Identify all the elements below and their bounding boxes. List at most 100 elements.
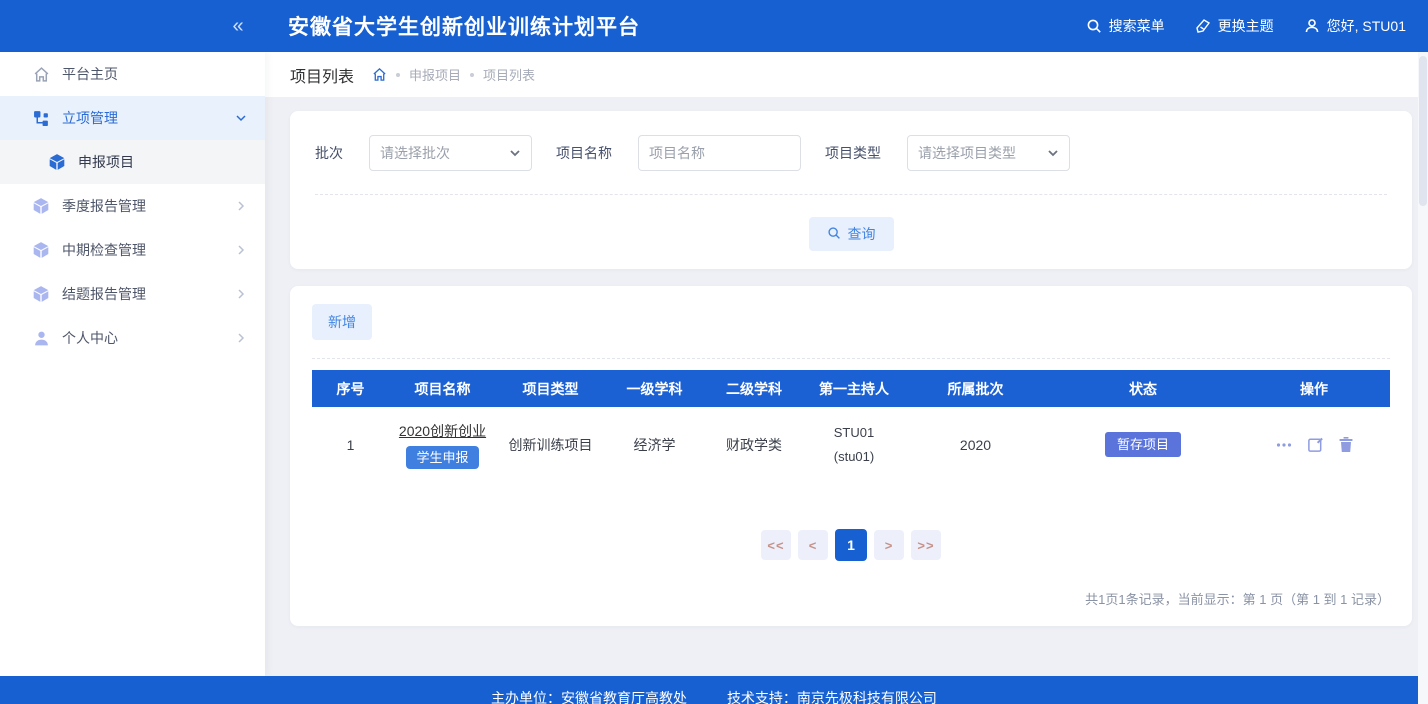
- column-header: 所属批次: [947, 380, 1004, 397]
- filter-divider: [315, 194, 1387, 195]
- column-header: 第一主持人: [819, 380, 889, 397]
- sidebar-item-declare-project[interactable]: 申报项目: [0, 140, 265, 184]
- filter-row: 批次 请选择批次 项目名称 项目类型 请选择项目类型: [315, 135, 1387, 171]
- more-actions-icon[interactable]: [1275, 436, 1293, 454]
- table-divider: [312, 358, 1390, 359]
- page-scrollbar[interactable]: [1418, 52, 1428, 704]
- breadcrumb: 项目列表 申报项目 项目列表: [265, 52, 1428, 98]
- column-header: 序号: [336, 380, 365, 397]
- query-button[interactable]: 查询: [808, 217, 894, 251]
- cube-icon: [48, 153, 66, 171]
- batch-select-placeholder: 请选择批次: [380, 145, 450, 161]
- main-area: 项目列表 申报项目 项目列表 批次 请选择批次 项目名称 项目类型: [265, 52, 1428, 676]
- pagination: << < 1 > >>: [312, 529, 1390, 561]
- batch-label: 批次: [315, 145, 343, 161]
- row-index: 1: [346, 436, 355, 453]
- column-header: 项目名称: [414, 380, 471, 397]
- pagination-next-button[interactable]: >: [874, 530, 904, 560]
- sitemap-icon: [32, 109, 50, 127]
- status-badge: 暂存项目: [1104, 432, 1181, 457]
- chevron-right-icon: [235, 332, 247, 344]
- breadcrumb-home-icon[interactable]: [372, 67, 387, 82]
- project-type-cell: 创新训练项目: [508, 436, 593, 453]
- chevron-right-icon: [235, 200, 247, 212]
- breadcrumb-separator: [470, 72, 475, 77]
- theme-icon: [1195, 18, 1211, 34]
- project-name-cell: 2020创新创业 学生申报: [389, 421, 496, 469]
- chevron-down-icon: [509, 147, 521, 159]
- leader-cell: STU01 (stu01): [804, 423, 904, 467]
- column-header: 一级学科: [626, 380, 683, 397]
- batch-cell: 2020: [959, 436, 992, 453]
- pagination-prev-button[interactable]: <: [798, 530, 828, 560]
- search-menu-label: 搜索菜单: [1108, 18, 1165, 34]
- project-name-input[interactable]: [638, 135, 801, 171]
- pagination-last-button[interactable]: >>: [911, 530, 941, 560]
- column-header: 状态: [1129, 380, 1157, 397]
- apply-type-badge: 学生申报: [406, 445, 479, 469]
- sidebar-item-label: 平台主页: [62, 66, 118, 82]
- page-title: 项目列表: [290, 68, 355, 86]
- discipline2-cell: 财政学类: [726, 436, 782, 453]
- column-header: 项目类型: [522, 380, 579, 397]
- top-header: « 安徽省大学生创新创业训练计划平台 搜索菜单 更换主题 您好, STU01: [0, 0, 1428, 52]
- footer-tech: 技术支持：南京先极科技有限公司: [726, 690, 937, 704]
- pagination-summary: 共1页1条记录，当前显示：第 1 页（第 1 到 1 记录）: [1085, 592, 1390, 607]
- delete-icon[interactable]: [1338, 436, 1354, 453]
- cube-icon: [32, 241, 50, 259]
- app-title: 安徽省大学生创新创业训练计划平台: [288, 16, 640, 39]
- pagination-first-button[interactable]: <<: [761, 530, 791, 560]
- chevron-down-icon: [1047, 147, 1059, 159]
- sidebar-item-label: 立项管理: [62, 110, 118, 126]
- user-menu[interactable]: 您好, STU01: [1304, 16, 1406, 36]
- sidebar-item-label: 结题报告管理: [62, 286, 146, 302]
- sidebar-item-label: 个人中心: [62, 330, 118, 346]
- pagination-page-1[interactable]: 1: [835, 529, 867, 561]
- sidebar: 平台主页 立项管理 申报项目 季度报告管理 中期检查管理 结题报告管理 个人中心: [0, 52, 265, 676]
- footer-org: 主办单位：安徽省教育厅高教处: [491, 690, 688, 704]
- breadcrumb-item: 项目列表: [483, 68, 536, 83]
- sidebar-item-label: 季度报告管理: [62, 198, 146, 214]
- actions-cell: [1239, 436, 1389, 454]
- project-type-select-placeholder: 请选择项目类型: [918, 145, 1016, 161]
- sidebar-item-project-management[interactable]: 立项管理: [0, 96, 265, 140]
- home-icon: [32, 65, 50, 83]
- header-actions: 搜索菜单 更换主题 您好, STU01: [1086, 0, 1406, 52]
- sidebar-item-label: 中期检查管理: [62, 242, 146, 258]
- page-footer: 主办单位：安徽省教育厅高教处 技术支持：南京先极科技有限公司: [0, 676, 1428, 704]
- content: 批次 请选择批次 项目名称 项目类型 请选择项目类型: [265, 98, 1428, 626]
- discipline1-cell: 经济学: [633, 436, 676, 453]
- sidebar-item-midterm-check[interactable]: 中期检查管理: [0, 228, 265, 272]
- sidebar-collapse-icon[interactable]: «: [218, 0, 258, 52]
- person-icon: [32, 329, 50, 347]
- search-menu-button[interactable]: 搜索菜单: [1086, 16, 1165, 36]
- breadcrumb-item: 申报项目: [409, 68, 462, 83]
- sidebar-item-home[interactable]: 平台主页: [0, 52, 265, 96]
- sidebar-item-quarterly-report[interactable]: 季度报告管理: [0, 184, 265, 228]
- change-theme-label: 更换主题: [1217, 18, 1274, 34]
- sidebar-item-personal-center[interactable]: 个人中心: [0, 316, 265, 360]
- sidebar-item-final-report[interactable]: 结题报告管理: [0, 272, 265, 316]
- user-greeting: 您好, STU01: [1326, 18, 1406, 34]
- project-type-select[interactable]: 请选择项目类型: [907, 135, 1070, 171]
- search-icon: [827, 226, 841, 243]
- query-button-label: 查询: [847, 226, 876, 242]
- edit-icon[interactable]: [1307, 436, 1324, 453]
- breadcrumb-separator: [396, 72, 401, 77]
- change-theme-button[interactable]: 更换主题: [1195, 16, 1274, 36]
- cube-icon: [32, 285, 50, 303]
- search-icon: [1086, 18, 1102, 34]
- project-name-link[interactable]: 2020创新创业: [399, 421, 486, 441]
- scrollbar-thumb[interactable]: [1419, 56, 1427, 206]
- batch-select[interactable]: 请选择批次: [369, 135, 532, 171]
- leader-account: (stu01): [833, 449, 875, 464]
- column-header: 操作: [1300, 380, 1328, 397]
- filter-card: 批次 请选择批次 项目名称 项目类型 请选择项目类型: [290, 111, 1412, 269]
- chevron-right-icon: [235, 288, 247, 300]
- table-row: 1 2020创新创业 学生申报 创新训练项目 经济学 财政学类 STU01 (s…: [312, 407, 1390, 482]
- add-button[interactable]: 新增: [312, 304, 372, 340]
- project-name-label: 项目名称: [556, 145, 612, 161]
- status-cell: 暂存项目: [1047, 432, 1239, 457]
- table-card: 新增 序号 项目名称 项目类型 一级学科 二级学科 第一主持人 所属批次 状态 …: [290, 286, 1412, 626]
- project-table: 序号 项目名称 项目类型 一级学科 二级学科 第一主持人 所属批次 状态 操作 …: [312, 370, 1390, 482]
